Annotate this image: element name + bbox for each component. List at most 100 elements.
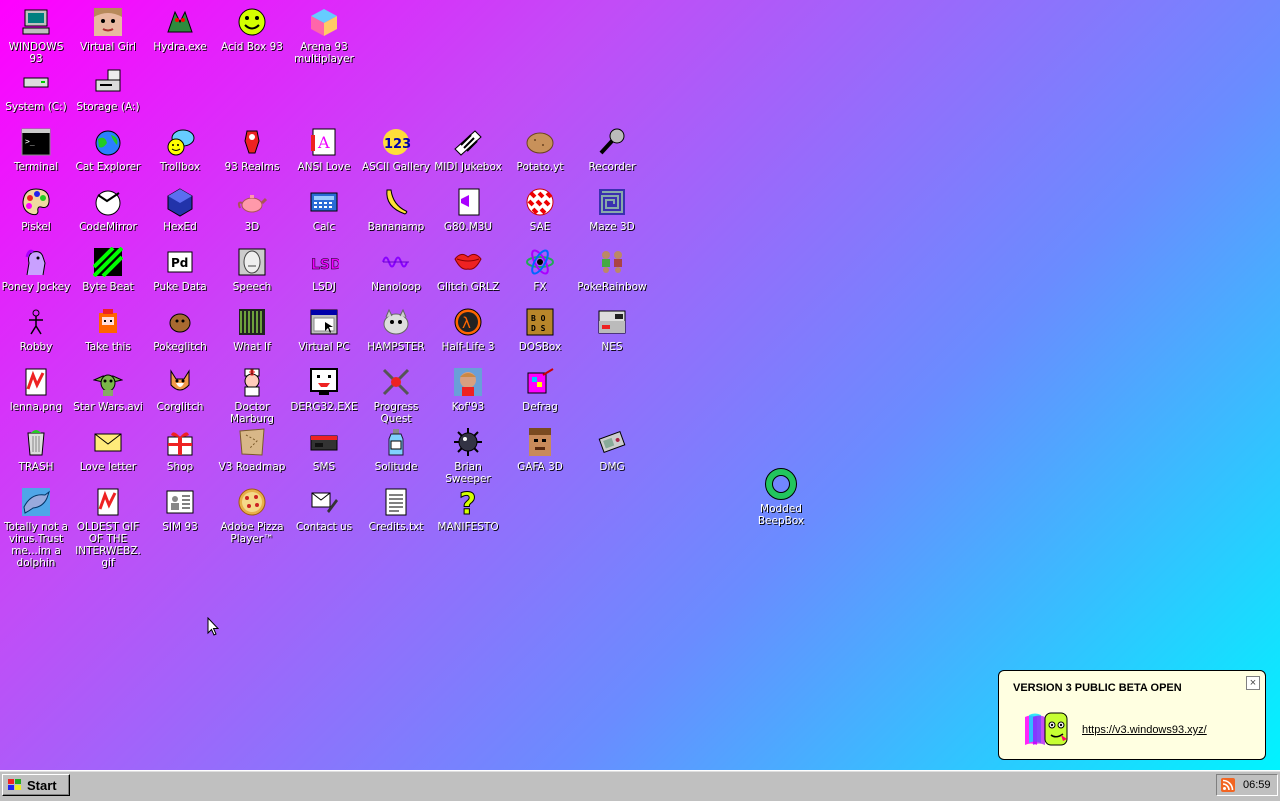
desktop-icon-acid-box-93[interactable]: Acid Box 93 [216, 5, 288, 53]
desktop-icon-star-wars-avi[interactable]: Star Wars.avi [72, 365, 144, 413]
desktop-icon-potato-yt[interactable]: Potato.yt [504, 125, 576, 173]
desktop-icon-codemirror[interactable]: CodeMirror [72, 185, 144, 233]
desktop-icon-piskel[interactable]: Piskel [0, 185, 72, 233]
desktop-icon-adobe-pizza-player[interactable]: Adobe Pizza Player™ [216, 485, 288, 545]
desktop-icon-storage-a[interactable]: Storage (A:) [72, 65, 144, 113]
desktop-icon-label: Kof'93 [451, 401, 485, 413]
desktop-icon-label: Progress Quest [373, 401, 419, 425]
mine-icon [451, 425, 485, 459]
desktop-icon-shop[interactable]: Shop [144, 425, 216, 473]
desktop-icon-gafa-3d[interactable]: GAFA 3D [504, 425, 576, 473]
desktop-icon-fx[interactable]: FX [504, 245, 576, 293]
desktop-icon-derg32-exe[interactable]: DERG32.EXE [288, 365, 360, 413]
desktop-icon-maze-3d[interactable]: Maze 3D [576, 185, 648, 233]
start-label: Start [27, 777, 57, 793]
desktop-icon-label: Contact us [295, 521, 353, 533]
desktop-icon-sae[interactable]: SAE [504, 185, 576, 233]
desktop-icon-hydra-exe[interactable]: Hydra.exe [144, 5, 216, 53]
desktop-icon-93-realms[interactable]: 93 Realms [216, 125, 288, 173]
clock[interactable]: 06:59 [1243, 779, 1271, 791]
desktop-icon-system-c[interactable]: System (C:) [0, 65, 72, 113]
desktop-icon-byte-beat[interactable]: Byte Beat [72, 245, 144, 293]
desktop-icon-pokerainbow[interactable]: PokeRainbow [576, 245, 648, 293]
desktop-icon-lsdj[interactable]: LSDJ LSDJ [288, 245, 360, 293]
desktop-icon-windows-93[interactable]: WINDOWS 93 [0, 5, 72, 65]
desktop-icon-sms[interactable]: SMS [288, 425, 360, 473]
desktop-icon-g80-m3u[interactable]: G80.M3U [432, 185, 504, 233]
svg-text:Pd: Pd [171, 256, 188, 270]
desktop-icon-label: Corglitch [156, 401, 204, 413]
desktop-icon-ascii-gallery[interactable]: 123 ASCII Gallery [360, 125, 432, 173]
start-button[interactable]: Start [2, 774, 70, 796]
rss-icon[interactable] [1221, 778, 1235, 792]
desktop-icon-progress-quest[interactable]: Progress Quest [360, 365, 432, 425]
corgi-icon [163, 365, 197, 399]
close-icon[interactable]: × [1246, 676, 1260, 690]
globe-cat-icon [91, 125, 125, 159]
realms-icon [235, 125, 269, 159]
desktop-icon-label: MIDI Jukebox [434, 161, 502, 173]
desktop-icon-label: ANSI Love [297, 161, 351, 173]
desktop-icon-dosbox[interactable]: B OD S DOSBox [504, 305, 576, 353]
desktop-icon-3d[interactable]: 3D [216, 185, 288, 233]
desktop-icon-ansi-love[interactable]: A ANSI Love [288, 125, 360, 173]
desktop-icon-terminal[interactable]: >_ Terminal [0, 125, 72, 173]
desktop-icon-love-letter[interactable]: Love letter [72, 425, 144, 473]
desktop-icon-virtual-pc[interactable]: Virtual PC [288, 305, 360, 353]
desktop-icon-speech[interactable]: Speech [216, 245, 288, 293]
desktop-icon-label: Byte Beat [82, 281, 134, 293]
desktop-icon-manifesto[interactable]: ? MANIFESTO [432, 485, 504, 533]
desktop-icon-arena-93-multiplayer[interactable]: Arena 93 multiplayer [288, 5, 360, 65]
desktop-icon-lenna-png[interactable]: lenna.png [0, 365, 72, 413]
desktop-icon-bananamp[interactable]: Bananamp [360, 185, 432, 233]
desktop-icon-label: Puke Data [153, 281, 207, 293]
nes-icon [595, 305, 629, 339]
desktop-icon-sim-93[interactable]: SIM 93 [144, 485, 216, 533]
desktop-icon-corglitch[interactable]: Corglitch [144, 365, 216, 413]
desktop-icon-doctor-marburg[interactable]: Doctor Marburg [216, 365, 288, 425]
desktop-icon-oldest-gif-of-the-interwebz-gif[interactable]: OLDEST GIF OF THE INTERWEBZ.gif [72, 485, 144, 569]
desktop-icon-poney-jockey[interactable]: Poney Jockey [0, 245, 72, 293]
desktop-icon-hampster[interactable]: HAMPSTER [360, 305, 432, 353]
desktop-icon-credits-txt[interactable]: Credits.txt [360, 485, 432, 533]
desktop-icon-midi-jukebox[interactable]: MIDI Jukebox [432, 125, 504, 173]
image-file-icon [19, 365, 53, 399]
desktop-icon-half-life-3[interactable]: λ Half-Life 3 [432, 305, 504, 353]
desktop-icon-label: Maze 3D [589, 221, 635, 233]
desktop-icon-robby[interactable]: Robby [0, 305, 72, 353]
desktop-icon-totally-not-a-virus-trust-me-im-a-dolphin[interactable]: Totally not a virus.Trust me...im a dolp… [0, 485, 72, 569]
desktop-icon-solitude[interactable]: Solitude [360, 425, 432, 473]
notification-link[interactable]: https://v3.windows93.xyz/ [1082, 724, 1207, 736]
desktop-icon-what-if[interactable]: What If [216, 305, 288, 353]
desktop-icon-dmg[interactable]: DMG [576, 425, 648, 473]
desktop-icon-pokeglitch[interactable]: Pokeglitch [144, 305, 216, 353]
fighter-icon [451, 365, 485, 399]
console-icon [307, 425, 341, 459]
people-icon [595, 245, 629, 279]
desktop-icon-take-this[interactable]: Take this [72, 305, 144, 353]
desktop-icon-brian-sweeper[interactable]: Brian Sweeper [432, 425, 504, 485]
desktop-icon-virtual-girl[interactable]: Virtual Girl [72, 5, 144, 53]
hex-icon [163, 185, 197, 219]
desktop-icon-defrag[interactable]: Defrag [504, 365, 576, 413]
contact-icon [307, 485, 341, 519]
potato-icon [523, 125, 557, 159]
desktop-icon-nes[interactable]: NES [576, 305, 648, 353]
desktop-icon-cat-explorer[interactable]: Cat Explorer [72, 125, 144, 173]
desktop-icon-nanoloop[interactable]: Nanoloop [360, 245, 432, 293]
desktop-icon-puke-data[interactable]: Pd Puke Data [144, 245, 216, 293]
desktop-icon-hexed[interactable]: HexEd [144, 185, 216, 233]
desktop-icon-label: Storage (A:) [76, 101, 140, 113]
desktop-icon-contact-us[interactable]: Contact us [288, 485, 360, 533]
desktop-icon-recorder[interactable]: Recorder [576, 125, 648, 173]
desktop-icon-label: Poney Jockey [1, 281, 71, 293]
desktop-icon-calc[interactable]: Calc [288, 185, 360, 233]
pizza-icon [235, 485, 269, 519]
desktop-icon-modded-beepbox[interactable]: Modded BeepBox [745, 467, 817, 527]
desktop-icon-v3-roadmap[interactable]: V3 Roadmap [216, 425, 288, 473]
desktop-icon-trash[interactable]: TRASH [0, 425, 72, 473]
desktop-icon-trollbox[interactable]: Trollbox [144, 125, 216, 173]
desktop-icon-label: DMG [599, 461, 625, 473]
desktop-icon-kof-93[interactable]: Kof'93 [432, 365, 504, 413]
desktop-icon-glitch-grlz[interactable]: Glitch GRLZ [432, 245, 504, 293]
